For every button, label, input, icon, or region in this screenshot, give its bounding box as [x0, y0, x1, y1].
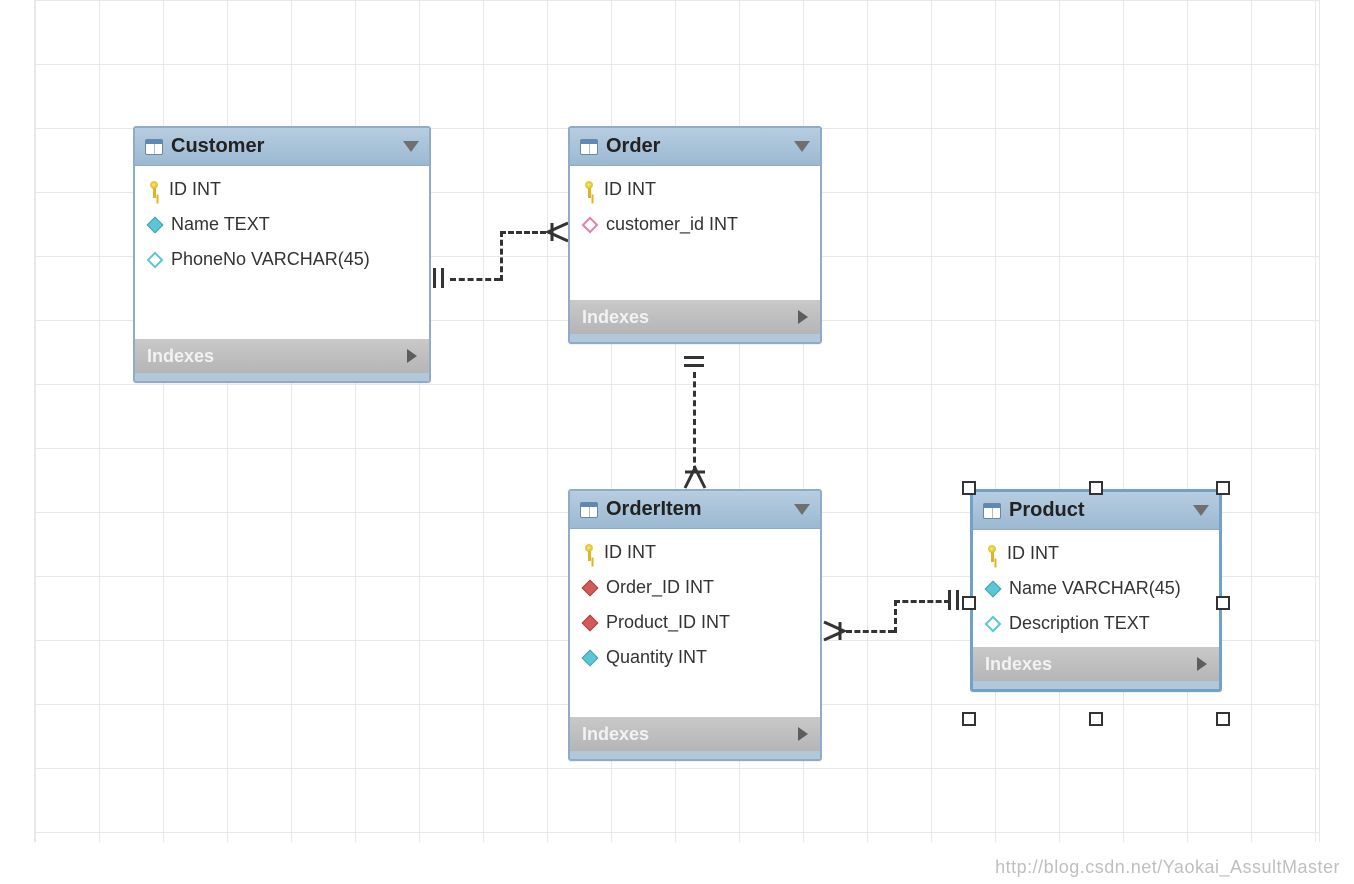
- indexes-section[interactable]: Indexes: [135, 339, 429, 373]
- entity-title: Order: [606, 135, 786, 158]
- entity-header[interactable]: Customer: [135, 128, 429, 166]
- column-text: Product_ID INT: [606, 612, 730, 633]
- column-text: ID INT: [169, 179, 221, 200]
- selection-handle-ne[interactable]: [1216, 481, 1230, 495]
- column-row[interactable]: ID INT: [570, 535, 820, 570]
- entity-header[interactable]: OrderItem: [570, 491, 820, 529]
- selection-handle-e[interactable]: [1216, 596, 1230, 610]
- entity-customer[interactable]: Customer ID INT Name TEXT PhoneNo VARCHA…: [133, 126, 431, 383]
- column-not-null-icon: [985, 580, 1002, 597]
- indexes-section[interactable]: Indexes: [973, 647, 1219, 681]
- column-text: ID INT: [604, 542, 656, 563]
- column-row[interactable]: PhoneNo VARCHAR(45): [135, 242, 429, 277]
- selection-handle-n[interactable]: [1089, 481, 1103, 495]
- entity-header[interactable]: Order: [570, 128, 820, 166]
- entity-orderitem[interactable]: OrderItem ID INT Order_ID INT Product_ID…: [568, 489, 822, 761]
- primary-key-icon: [985, 545, 999, 563]
- column-row[interactable]: Name TEXT: [135, 207, 429, 242]
- column-text: Description TEXT: [1009, 613, 1150, 634]
- table-icon: [145, 139, 163, 155]
- column-row[interactable]: Name VARCHAR(45): [973, 571, 1219, 606]
- column-row[interactable]: Product_ID INT: [570, 605, 820, 640]
- entity-columns: ID INT Order_ID INT Product_ID INT Quant…: [570, 529, 820, 717]
- watermark-text: http://blog.csdn.net/Yaokai_AssultMaster: [995, 857, 1340, 878]
- indexes-label: Indexes: [582, 307, 790, 328]
- entity-product[interactable]: Product ID INT Name VARCHAR(45) Descript…: [970, 489, 1222, 692]
- column-row[interactable]: ID INT: [570, 172, 820, 207]
- relation-orderitem-product[interactable]: [894, 600, 897, 633]
- column-row[interactable]: ID INT: [973, 536, 1219, 571]
- primary-key-icon: [582, 544, 596, 562]
- indexes-label: Indexes: [582, 724, 790, 745]
- indexes-section[interactable]: Indexes: [570, 717, 820, 751]
- selection-handle-nw[interactable]: [962, 481, 976, 495]
- foreign-key-icon: [582, 614, 599, 631]
- entity-title: Product: [1009, 499, 1185, 522]
- entity-footer-bar: [973, 681, 1219, 689]
- column-row[interactable]: Quantity INT: [570, 640, 820, 675]
- expand-icon: [1197, 657, 1207, 671]
- entity-order[interactable]: Order ID INT customer_id INT Indexes: [568, 126, 822, 344]
- column-not-null-icon: [147, 216, 164, 233]
- collapse-icon[interactable]: [1193, 505, 1209, 516]
- column-text: Name VARCHAR(45): [1009, 578, 1181, 599]
- column-text: Order_ID INT: [606, 577, 714, 598]
- collapse-icon[interactable]: [794, 141, 810, 152]
- selection-handle-s[interactable]: [1089, 712, 1103, 726]
- entity-columns: ID INT customer_id INT: [570, 166, 820, 300]
- selection-handle-se[interactable]: [1216, 712, 1230, 726]
- column-text: ID INT: [1007, 543, 1059, 564]
- column-nullable-icon: [147, 251, 164, 268]
- selection-handle-w[interactable]: [962, 596, 976, 610]
- selection-handle-sw[interactable]: [962, 712, 976, 726]
- column-text: PhoneNo VARCHAR(45): [171, 249, 370, 270]
- entity-title: Customer: [171, 135, 395, 158]
- column-text: customer_id INT: [606, 214, 738, 235]
- cardinality-many-icon: [822, 618, 846, 642]
- expand-icon: [407, 349, 417, 363]
- cardinality-one-icon: [433, 268, 457, 292]
- collapse-icon[interactable]: [794, 504, 810, 515]
- expand-icon: [798, 310, 808, 324]
- relation-customer-order[interactable]: [450, 278, 500, 281]
- foreign-key-nullable-icon: [582, 216, 599, 233]
- table-icon: [580, 139, 598, 155]
- relation-customer-order[interactable]: [500, 231, 503, 281]
- cardinality-many-icon: [681, 464, 705, 488]
- relation-orderitem-product[interactable]: [894, 600, 950, 603]
- foreign-key-icon: [582, 579, 599, 596]
- table-icon: [580, 502, 598, 518]
- cardinality-one-icon: [684, 356, 708, 380]
- expand-icon: [798, 727, 808, 741]
- column-row[interactable]: customer_id INT: [570, 207, 820, 242]
- column-not-null-icon: [582, 649, 599, 666]
- primary-key-icon: [582, 181, 596, 199]
- relation-orderitem-product[interactable]: [846, 630, 894, 633]
- column-row[interactable]: ID INT: [135, 172, 429, 207]
- cardinality-many-icon: [544, 219, 568, 243]
- relation-order-orderitem[interactable]: [693, 372, 696, 472]
- primary-key-icon: [147, 181, 161, 199]
- column-text: Quantity INT: [606, 647, 707, 668]
- entity-footer-bar: [570, 751, 820, 759]
- entity-columns: ID INT Name TEXT PhoneNo VARCHAR(45): [135, 166, 429, 339]
- entity-footer-bar: [135, 373, 429, 381]
- indexes-label: Indexes: [147, 346, 399, 367]
- collapse-icon[interactable]: [403, 141, 419, 152]
- column-row[interactable]: Description TEXT: [973, 606, 1219, 641]
- table-icon: [983, 503, 1001, 519]
- indexes-section[interactable]: Indexes: [570, 300, 820, 334]
- entity-footer-bar: [570, 334, 820, 342]
- column-text: ID INT: [604, 179, 656, 200]
- column-nullable-icon: [985, 615, 1002, 632]
- column-text: Name TEXT: [171, 214, 270, 235]
- relation-customer-order[interactable]: [500, 231, 546, 234]
- entity-header[interactable]: Product: [973, 492, 1219, 530]
- indexes-label: Indexes: [985, 654, 1189, 675]
- entity-columns: ID INT Name VARCHAR(45) Description TEXT: [973, 530, 1219, 647]
- entity-title: OrderItem: [606, 498, 786, 521]
- column-row[interactable]: Order_ID INT: [570, 570, 820, 605]
